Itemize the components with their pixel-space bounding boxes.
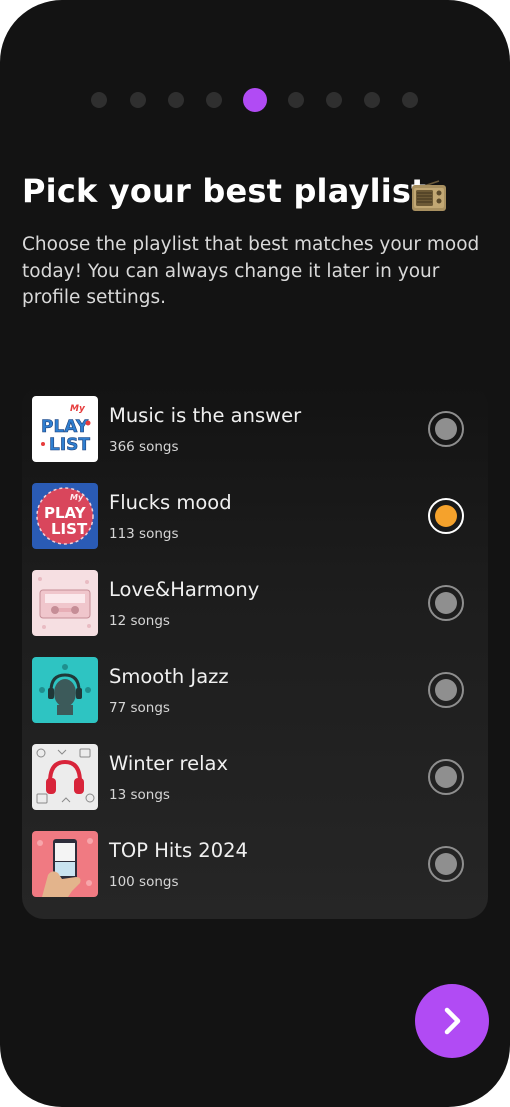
red-headphones-pattern-cover: [32, 744, 98, 810]
step-dot: [288, 92, 304, 108]
my-playlist-badge-cover: My PLAY LIST: [32, 483, 98, 549]
step-dot: [364, 92, 380, 108]
svg-text:LIST: LIST: [49, 435, 90, 455]
next-button[interactable]: [415, 984, 489, 1058]
playlist-song-count: 77 songs: [109, 700, 170, 716]
phone-in-hand-cover: [32, 831, 98, 897]
svg-text:My: My: [70, 404, 86, 414]
playlist-song-count: 13 songs: [109, 787, 170, 803]
playlist-song-count: 100 songs: [109, 874, 179, 890]
playlist-song-count: 366 songs: [109, 439, 179, 455]
radio-icon: [411, 180, 447, 212]
playlist-radio-selected[interactable]: [428, 498, 464, 534]
playlist-name: Flucks mood: [109, 491, 232, 514]
cassette-tape-cover: [32, 570, 98, 636]
svg-text:LIST: LIST: [51, 520, 88, 538]
playlist-radio[interactable]: [428, 846, 464, 882]
playlist-radio[interactable]: [428, 759, 464, 795]
svg-text:My: My: [70, 493, 84, 502]
playlist-song-count: 12 songs: [109, 613, 170, 629]
step-indicator: [0, 88, 510, 112]
playlist-item[interactable]: TOP Hits 2024 100 songs: [32, 831, 478, 899]
playlist-name: Winter relax: [109, 752, 228, 775]
playlist-item[interactable]: My PLAY LIST Music is the answer 366 son…: [32, 396, 478, 464]
headphones-face-cover: [32, 657, 98, 723]
my-playlist-sticker-cover: My PLAY LIST: [32, 396, 98, 462]
playlist-name: Love&Harmony: [109, 578, 260, 601]
onboarding-screen: Pick your best playlist Choose the playl…: [0, 0, 510, 1107]
playlist-name: Music is the answer: [109, 404, 302, 427]
step-dot-active: [243, 88, 267, 112]
step-dot: [402, 92, 418, 108]
playlist-song-count: 113 songs: [109, 526, 179, 542]
playlist-radio[interactable]: [428, 411, 464, 447]
step-dot: [206, 92, 222, 108]
playlist-item[interactable]: Smooth Jazz 77 songs: [32, 657, 478, 725]
playlist-name: TOP Hits 2024: [109, 839, 248, 862]
playlist-item[interactable]: Winter relax 13 songs: [32, 744, 478, 812]
page-title: Pick your best playlist: [22, 172, 427, 210]
playlist-radio[interactable]: [428, 585, 464, 621]
playlist-item[interactable]: Love&Harmony 12 songs: [32, 570, 478, 638]
playlist-name: Smooth Jazz: [109, 665, 229, 688]
step-dot: [130, 92, 146, 108]
playlist-list: My PLAY LIST Music is the answer 366 son…: [22, 384, 488, 919]
page-subtitle: Choose the playlist that best matches yo…: [22, 234, 480, 308]
playlist-item[interactable]: My PLAY LIST Flucks mood 113 songs: [32, 483, 478, 551]
svg-text:PLAY: PLAY: [41, 417, 89, 437]
step-dot: [91, 92, 107, 108]
step-dot: [326, 92, 342, 108]
step-dot: [168, 92, 184, 108]
playlist-radio[interactable]: [428, 672, 464, 708]
